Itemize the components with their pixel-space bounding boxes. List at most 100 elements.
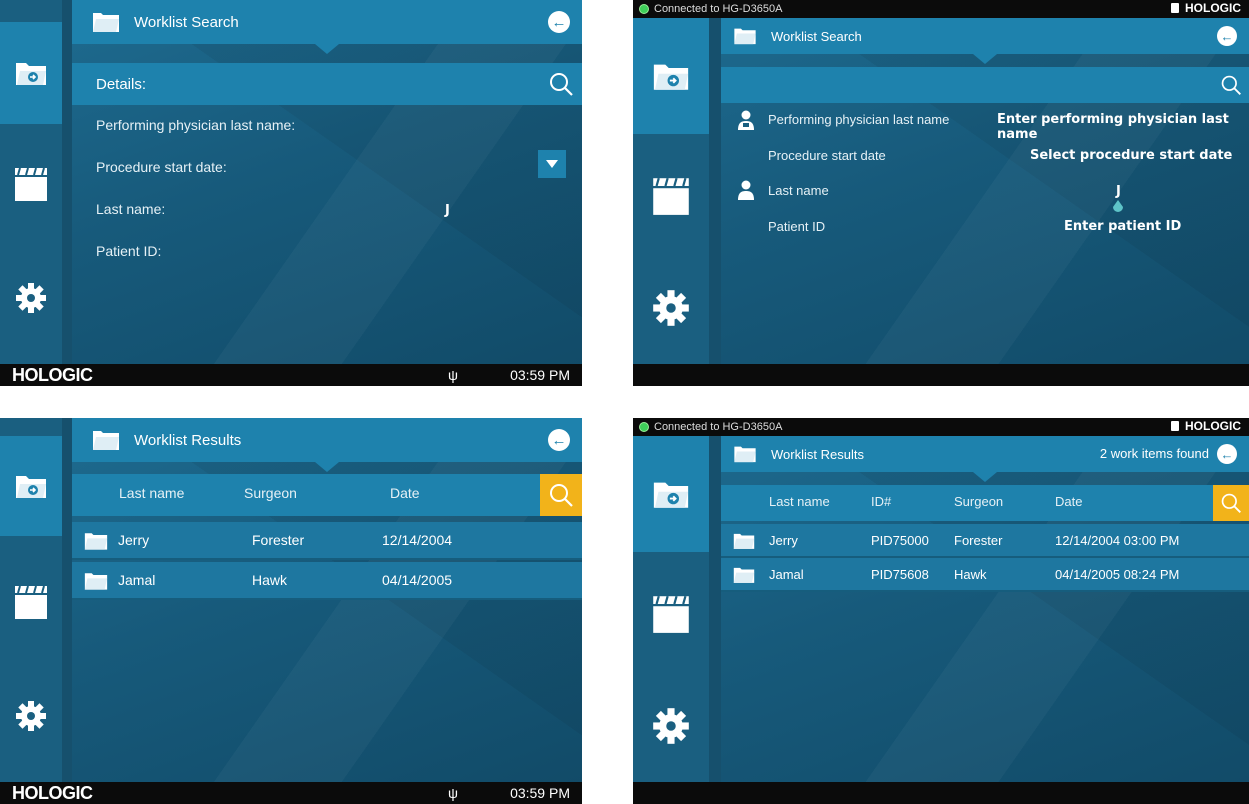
- search-button[interactable]: [540, 474, 582, 516]
- connection-bar: Connected to HG-D3650A HOLOGIC: [633, 418, 1249, 436]
- settings-tab[interactable]: [633, 681, 709, 771]
- table-row[interactable]: Jerry Forester 12/14/2004: [72, 522, 582, 560]
- clock: 03:59 PM: [510, 785, 570, 801]
- connected-indicator: [639, 422, 649, 432]
- row-date: 04/14/2005: [382, 572, 453, 588]
- media-tab[interactable]: [0, 554, 62, 650]
- usb-icon: ψ: [448, 785, 458, 801]
- folder-icon: [84, 533, 108, 550]
- folder-worklist-icon: [653, 64, 689, 90]
- back-button[interactable]: ←: [1217, 444, 1237, 464]
- connected-indicator: [639, 4, 649, 14]
- results-count: 2 work items found: [1099, 446, 1209, 461]
- row-surgeon: Forester: [252, 532, 305, 548]
- table-row[interactable]: Jamal PID75608 Hawk 04/14/2005 08:24 PM: [721, 558, 1249, 592]
- row-date: 12/14/2004: [382, 532, 453, 548]
- clapper-folder-icon: [653, 595, 689, 633]
- worklist-search-screen-v1: Worklist Search ← Details: Performing ph…: [0, 0, 582, 386]
- physician-input[interactable]: Enter performing physician last name: [997, 112, 1249, 142]
- title-bar: Worklist Results ←: [72, 418, 582, 472]
- title-bar: Worklist Search ←: [721, 18, 1249, 64]
- folder-icon: [733, 567, 755, 583]
- back-arrow-icon: ←: [551, 13, 567, 31]
- divider: [62, 0, 72, 364]
- sidebar: [633, 436, 717, 782]
- column-last-name[interactable]: Last name: [119, 485, 184, 501]
- patient-id-label[interactable]: Patient ID:: [96, 243, 161, 259]
- folder-icon: [84, 573, 108, 590]
- settings-tab[interactable]: [0, 676, 62, 756]
- column-last-name[interactable]: Last name: [769, 494, 830, 509]
- table-row[interactable]: Jamal Hawk 04/14/2005: [72, 562, 582, 600]
- clapper-folder-icon: [15, 585, 47, 619]
- back-arrow-icon: ←: [1220, 28, 1234, 44]
- settings-tab[interactable]: [0, 258, 62, 338]
- clapper-folder-icon: [15, 167, 47, 201]
- procedure-date-label[interactable]: Procedure start date: [768, 148, 886, 163]
- results-header: Last name Surgeon Date: [72, 474, 582, 516]
- procedure-date-label[interactable]: Procedure start date:: [96, 159, 227, 175]
- table-row[interactable]: Jerry PID75000 Forester 12/14/2004 03:00…: [721, 524, 1249, 558]
- search-icon: [550, 484, 573, 507]
- column-surgeon[interactable]: Surgeon: [954, 494, 1003, 509]
- divider: [709, 436, 721, 782]
- title-bar: Worklist Results 2 work items found ←: [721, 436, 1249, 482]
- row-date: 04/14/2005 08:24 PM: [1055, 567, 1180, 582]
- settings-tab[interactable]: [633, 263, 709, 353]
- back-button[interactable]: ←: [548, 11, 570, 33]
- last-name-input[interactable]: J: [1116, 184, 1121, 199]
- media-tab[interactable]: [633, 148, 709, 244]
- page-title: Worklist Search: [134, 13, 239, 31]
- connection-status: Connected to HG-D3650A: [654, 3, 783, 15]
- folder-worklist-icon: [16, 476, 46, 498]
- search-button[interactable]: [540, 63, 582, 105]
- worklist-tab[interactable]: [633, 436, 717, 552]
- back-arrow-icon: ←: [1220, 446, 1234, 462]
- column-surgeon[interactable]: Surgeon: [244, 485, 297, 501]
- search-button[interactable]: [1213, 67, 1249, 103]
- media-tab[interactable]: [633, 566, 709, 662]
- row-id: PID75608: [871, 567, 929, 582]
- text-cursor-handle[interactable]: [1113, 200, 1123, 212]
- hologic-logo: HOLOGIC: [1171, 1, 1241, 15]
- status-bar: [633, 364, 1249, 386]
- worklist-tab[interactable]: [0, 22, 70, 124]
- media-tab[interactable]: [0, 136, 62, 232]
- connection-bar: Connected to HG-D3650A HOLOGIC: [633, 0, 1249, 18]
- sidebar: [0, 418, 70, 782]
- clock: 03:59 PM: [510, 367, 570, 383]
- folder-worklist-icon: [16, 63, 46, 85]
- physician-icon: [738, 110, 754, 130]
- column-id[interactable]: ID#: [871, 494, 891, 509]
- row-last-name: Jamal: [118, 572, 156, 588]
- page-title: Worklist Search: [771, 28, 862, 44]
- column-date[interactable]: Date: [1055, 494, 1082, 509]
- worklist-results-screen-v2: Connected to HG-D3650A HOLOGIC Worklist …: [633, 418, 1249, 804]
- gear-icon: [653, 708, 689, 744]
- row-surgeon: Forester: [954, 533, 1003, 548]
- dropdown-arrow-icon: [546, 160, 558, 168]
- last-name-input[interactable]: J: [445, 203, 450, 218]
- column-date[interactable]: Date: [390, 485, 420, 501]
- search-button[interactable]: [1213, 485, 1249, 521]
- sidebar: [633, 18, 717, 364]
- page-title: Worklist Results: [134, 431, 242, 449]
- status-bar: HOLOGIC ψ 03:59 PM: [0, 782, 582, 804]
- worklist-tab[interactable]: [0, 436, 70, 536]
- patient-id-input[interactable]: Enter patient ID: [1064, 219, 1181, 234]
- procedure-date-input[interactable]: Select procedure start date: [1030, 148, 1232, 163]
- status-bar: HOLOGIC ψ 03:59 PM: [0, 364, 582, 386]
- date-dropdown-button[interactable]: [538, 150, 566, 178]
- divider: [709, 18, 721, 364]
- back-button[interactable]: ←: [1217, 26, 1237, 46]
- last-name-label[interactable]: Last name:: [96, 201, 165, 217]
- worklist-search-screen-v2: Connected to HG-D3650A HOLOGIC Worklist …: [633, 0, 1249, 386]
- patient-id-label[interactable]: Patient ID: [768, 219, 825, 234]
- back-button[interactable]: ←: [548, 429, 570, 451]
- physician-field-label[interactable]: Performing physician last name: [768, 112, 949, 127]
- worklist-tab[interactable]: [633, 18, 717, 134]
- last-name-label[interactable]: Last name: [768, 183, 829, 198]
- physician-field-label[interactable]: Performing physician last name:: [96, 117, 295, 133]
- folder-icon: [734, 446, 756, 463]
- row-last-name: Jamal: [769, 567, 804, 582]
